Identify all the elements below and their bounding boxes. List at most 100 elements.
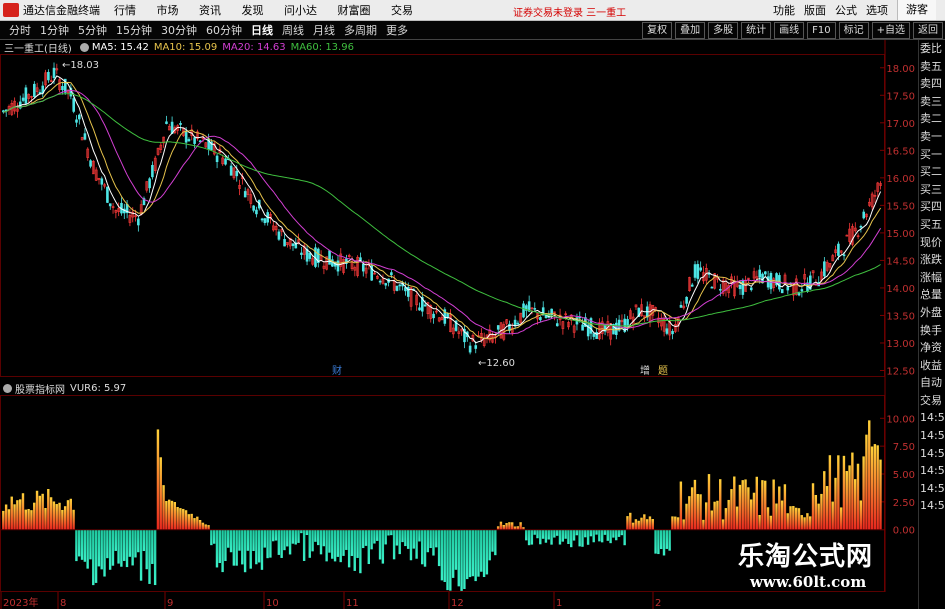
indicator-bar — [359, 529, 362, 574]
indicator-bar — [719, 479, 722, 530]
quote-item[interactable]: 卖三 — [919, 93, 945, 111]
indicator-bar — [606, 529, 609, 541]
date-label: 11 — [346, 598, 359, 609]
quote-item[interactable]: 卖四 — [919, 75, 945, 93]
candle-body — [679, 304, 683, 308]
quote-item[interactable]: 净资 — [919, 339, 945, 357]
indicator-bar — [364, 529, 368, 546]
quote-panel: 委比 卖五 卖四 卖三 卖二 卖一 买一 买二 买三 买四 买五 现价 涨跌 涨… — [918, 40, 945, 609]
indicator-bar — [825, 486, 829, 530]
indicator-bar — [859, 500, 863, 530]
date-label: 2 — [655, 598, 661, 609]
indicator-bar — [288, 529, 292, 555]
event-marker: 财 — [332, 364, 342, 377]
date-label: 12 — [451, 598, 464, 609]
indicator-bar — [384, 529, 387, 545]
candle-body — [764, 271, 767, 275]
quote-item[interactable]: 卖一 — [919, 128, 945, 146]
indicator-bar — [769, 515, 773, 530]
candle-body — [786, 286, 790, 291]
quote-item[interactable]: 外盘 — [919, 304, 945, 322]
quote-item[interactable]: 14:56 — [919, 480, 945, 498]
indicator-bar — [640, 517, 643, 530]
indicator-settings-icon[interactable] — [3, 383, 12, 393]
candle-body — [665, 328, 669, 334]
settings-icon[interactable] — [79, 42, 89, 52]
indicator-bar — [179, 508, 182, 530]
low-annotation: ←12.60 — [478, 358, 515, 369]
ma20-label: MA20: 14.63 — [222, 41, 286, 53]
vol-tick-label: 2.50 — [893, 498, 915, 509]
quote-item[interactable]: 现价 — [919, 234, 945, 252]
indicator-bar — [398, 529, 401, 555]
indicator-bar — [845, 471, 848, 530]
quote-item[interactable]: 收益 — [919, 357, 945, 375]
quote-item[interactable]: 买一 — [919, 146, 945, 164]
indicator-bar — [215, 529, 219, 568]
indicator-bar — [550, 529, 553, 545]
indicator-bar — [651, 519, 654, 530]
quote-item[interactable]: 买三 — [919, 181, 945, 199]
indicator-bar — [106, 529, 109, 559]
quote-item[interactable]: 涨跌 — [919, 251, 945, 269]
indicator-bar — [806, 513, 809, 530]
candle-body — [224, 158, 227, 165]
quote-item[interactable]: 14:56 — [919, 409, 945, 427]
indicator-bar — [415, 529, 418, 559]
indicator-bar — [274, 529, 278, 541]
candle-body — [468, 345, 472, 353]
quote-item[interactable]: 换手 — [919, 322, 945, 340]
candle-body — [255, 209, 258, 215]
candle-body — [263, 218, 267, 224]
quote-item[interactable]: 交易 — [919, 392, 945, 410]
indicator-bar — [367, 529, 371, 565]
quote-item[interactable]: 买四 — [919, 198, 945, 216]
indicator-bar — [868, 420, 871, 530]
quote-item[interactable]: 14:56 — [919, 462, 945, 480]
indicator-bar — [648, 516, 652, 530]
quote-item[interactable]: 14:56 — [919, 445, 945, 463]
indicator-bar — [336, 529, 340, 557]
indicator-bar — [426, 529, 430, 553]
price-tick-label: 14.50 — [886, 256, 915, 267]
indicator-bar — [575, 529, 579, 536]
quote-item[interactable]: 卖二 — [919, 110, 945, 128]
indicator-bar — [235, 529, 238, 566]
indicator-bar — [617, 529, 621, 537]
indicator-bar — [390, 529, 393, 536]
indicator-bar — [319, 529, 323, 555]
indicator-bar — [170, 500, 174, 530]
indicator-bar — [409, 529, 413, 561]
indicator-bar — [260, 529, 264, 570]
candle-body — [395, 285, 399, 291]
price-tick-label: 16.50 — [886, 146, 915, 157]
quote-item[interactable]: 总量 — [919, 286, 945, 304]
ma60-line — [3, 93, 881, 327]
quote-item[interactable]: 委比 — [919, 40, 945, 58]
indicator-bar — [789, 506, 792, 530]
quote-item[interactable]: 14:56 — [919, 427, 945, 445]
indicator-bar — [803, 517, 806, 530]
indicator-bar — [302, 529, 306, 561]
indicator-bar — [41, 493, 44, 530]
quote-item[interactable]: 买二 — [919, 163, 945, 181]
indicator-bar — [761, 480, 764, 530]
quote-item[interactable]: 涨幅 — [919, 269, 945, 287]
indicator-bar — [780, 500, 784, 530]
quote-item[interactable]: 买五 — [919, 216, 945, 234]
indicator-bar — [333, 529, 337, 562]
indicator-bar — [173, 502, 177, 530]
indicator-bar — [612, 529, 615, 538]
indicator-bar — [404, 529, 407, 547]
kline-chart[interactable]: 18.0017.5017.0016.5016.0015.5015.0014.50… — [0, 0, 945, 609]
indicator-bar — [139, 529, 143, 581]
quote-item[interactable]: 卖五 — [919, 58, 945, 76]
indicator-bar — [229, 529, 233, 553]
indicator-bar — [33, 502, 36, 530]
quote-item[interactable]: 自动 — [919, 374, 945, 392]
quote-item[interactable]: 14:56 — [919, 497, 945, 515]
indicator-bar — [772, 479, 775, 530]
indicator-bar — [814, 494, 818, 530]
indicator-bar — [103, 529, 106, 577]
indicator-bar — [482, 529, 486, 578]
